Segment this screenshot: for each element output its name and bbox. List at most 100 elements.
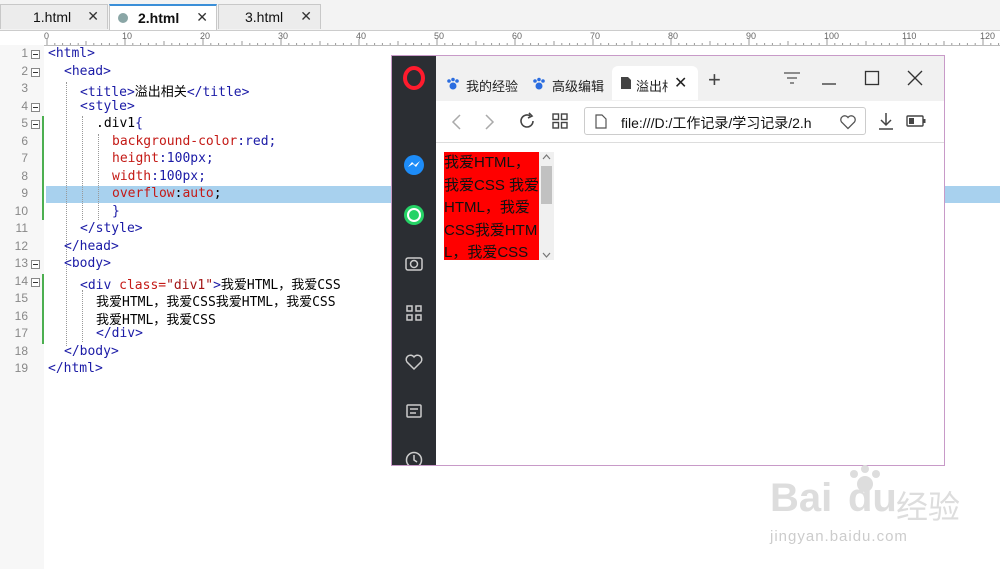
indent-guide bbox=[82, 116, 84, 220]
opera-logo-icon[interactable] bbox=[402, 66, 426, 90]
window-close-icon[interactable] bbox=[907, 70, 923, 86]
news-icon[interactable] bbox=[402, 399, 426, 423]
fold-toggle-icon[interactable] bbox=[31, 260, 40, 269]
line-number: 13 bbox=[14, 256, 28, 270]
speed-dial-icon[interactable] bbox=[402, 301, 426, 325]
ruler-number: 40 bbox=[356, 31, 367, 41]
browser-tab-active[interactable]: 溢出相 ✕ bbox=[612, 66, 698, 100]
address-text: file:///D:/工作记录/学习记录/2.h bbox=[621, 115, 812, 131]
ruler-number: 0 bbox=[44, 31, 50, 41]
browser-tab-2[interactable]: 高级编辑 bbox=[526, 66, 610, 100]
code-line: background-color:red; bbox=[112, 134, 276, 149]
ruler-number: 60 bbox=[512, 31, 523, 41]
bookmark-heart-icon[interactable] bbox=[839, 114, 857, 130]
code-line: width:100px; bbox=[112, 169, 206, 184]
download-icon[interactable] bbox=[878, 112, 894, 130]
fold-toggle-icon[interactable] bbox=[31, 67, 40, 77]
browser-tab-1[interactable]: 我的经验 bbox=[440, 66, 524, 100]
close-icon[interactable]: ✕ bbox=[196, 9, 208, 26]
code-line: 我爱HTML，我爱CSS我爱HTML，我爱CSS bbox=[96, 291, 336, 310]
line-number: 14 bbox=[14, 273, 28, 288]
tabs-overview-icon[interactable] bbox=[552, 113, 568, 129]
code-line: <title>溢出相关</title> bbox=[80, 81, 249, 100]
code-line: </style> bbox=[80, 221, 143, 236]
editor-tab-3[interactable]: 3.html ✕ bbox=[218, 4, 321, 29]
code-token: 溢出相关 bbox=[134, 85, 187, 100]
indent-guide bbox=[66, 82, 68, 346]
editor-tab-1[interactable]: 1.html ✕ bbox=[0, 4, 108, 29]
address-toolbar: file:///D:/工作记录/学习记录/2.h bbox=[436, 101, 944, 143]
tab-menu-icon[interactable] bbox=[783, 71, 801, 85]
ruler: 0 10 20 30 40 50 60 70 80 90 100 110 120 bbox=[44, 31, 1000, 46]
maximize-icon[interactable] bbox=[864, 70, 880, 86]
browser-tab-bar: 我的经验 高级编辑 溢出相 ✕ + bbox=[436, 56, 944, 101]
code-line: </html> bbox=[48, 361, 103, 376]
code-line: </body> bbox=[64, 344, 119, 359]
fold-toggle-icon[interactable] bbox=[31, 277, 40, 287]
line-number: 7 bbox=[21, 151, 28, 165]
scrollbar-thumb[interactable] bbox=[541, 166, 552, 204]
back-icon[interactable] bbox=[450, 113, 462, 131]
code-token: ; bbox=[213, 186, 222, 201]
browser-tab-label: 高级编辑 bbox=[552, 79, 605, 94]
file-icon bbox=[595, 114, 607, 129]
messenger-icon[interactable] bbox=[402, 153, 426, 177]
code-line: </div> bbox=[96, 326, 143, 341]
close-icon[interactable]: ✕ bbox=[300, 8, 312, 25]
scroll-down-icon[interactable] bbox=[542, 252, 551, 258]
code-line: <style> bbox=[80, 99, 135, 114]
fold-toggle-icon[interactable] bbox=[31, 120, 40, 129]
editor-tab-label: 3.html bbox=[245, 9, 284, 25]
indent-guide bbox=[98, 134, 100, 220]
code-token: </html> bbox=[48, 361, 103, 376]
watermark-url: jingyan.baidu.com bbox=[770, 528, 908, 545]
ruler-number: 30 bbox=[278, 31, 289, 41]
line-number: 19 bbox=[14, 361, 28, 375]
ruler-number: 20 bbox=[200, 31, 211, 41]
close-icon[interactable]: ✕ bbox=[87, 8, 99, 25]
history-icon[interactable] bbox=[402, 448, 426, 465]
overflow-div[interactable]: 我爱HTML，我爱CSS 我爱HTML，我爱CSS我爱HTML，我爱CSS 我爱… bbox=[444, 152, 554, 260]
camera-icon[interactable] bbox=[402, 251, 426, 275]
line-number: 18 bbox=[14, 343, 28, 358]
scrollbar[interactable] bbox=[539, 152, 554, 260]
line-number: 8 bbox=[21, 168, 28, 183]
code-line: overflow:auto; bbox=[112, 186, 222, 201]
ruler-number: 100 bbox=[824, 31, 840, 41]
browser-window: 我的经验 高级编辑 溢出相 ✕ + file:///D:/工作记录/学习记录/2… bbox=[391, 55, 945, 466]
code-line: <html> bbox=[48, 46, 95, 61]
line-number: 5 bbox=[21, 116, 28, 130]
editor-tab-label: 2.html bbox=[138, 10, 180, 26]
ruler-number: 110 bbox=[902, 31, 917, 41]
line-number: 11 bbox=[15, 221, 28, 235]
line-number: 3 bbox=[21, 81, 28, 95]
code-token: <html> bbox=[48, 46, 95, 61]
heart-icon[interactable] bbox=[402, 350, 426, 374]
fold-toggle-icon[interactable] bbox=[31, 50, 40, 59]
watermark-brand: Bai bbox=[770, 476, 833, 520]
reload-icon[interactable] bbox=[518, 112, 536, 130]
code-line: .div1{ bbox=[96, 116, 143, 131]
ruler-number: 50 bbox=[434, 31, 445, 41]
ruler-number: 10 bbox=[122, 31, 133, 41]
ruler-number: 120 bbox=[980, 31, 996, 41]
line-number: 16 bbox=[14, 308, 28, 323]
line-number: 4 bbox=[21, 98, 28, 113]
close-tab-icon[interactable]: ✕ bbox=[674, 73, 687, 93]
browser-sidebar bbox=[392, 56, 436, 465]
address-bar[interactable]: file:///D:/工作记录/学习记录/2.h bbox=[584, 107, 866, 135]
minimize-icon[interactable] bbox=[821, 76, 837, 86]
code-line: <div class="div1">我爱HTML，我爱CSS bbox=[80, 274, 341, 293]
unsaved-dot-icon bbox=[118, 13, 128, 23]
code-token: auto bbox=[182, 186, 214, 201]
code-token: width bbox=[112, 168, 152, 184]
fold-toggle-icon[interactable] bbox=[31, 102, 40, 112]
editor-tab-2[interactable]: 2.html ✕ bbox=[109, 4, 217, 30]
battery-icon[interactable] bbox=[906, 115, 926, 127]
scroll-up-icon[interactable] bbox=[542, 154, 551, 160]
code-token: </body> bbox=[64, 343, 119, 359]
new-tab-icon[interactable]: + bbox=[708, 69, 721, 91]
whatsapp-icon[interactable] bbox=[402, 203, 426, 227]
code-token: <style> bbox=[80, 98, 135, 114]
forward-icon[interactable] bbox=[484, 113, 496, 131]
